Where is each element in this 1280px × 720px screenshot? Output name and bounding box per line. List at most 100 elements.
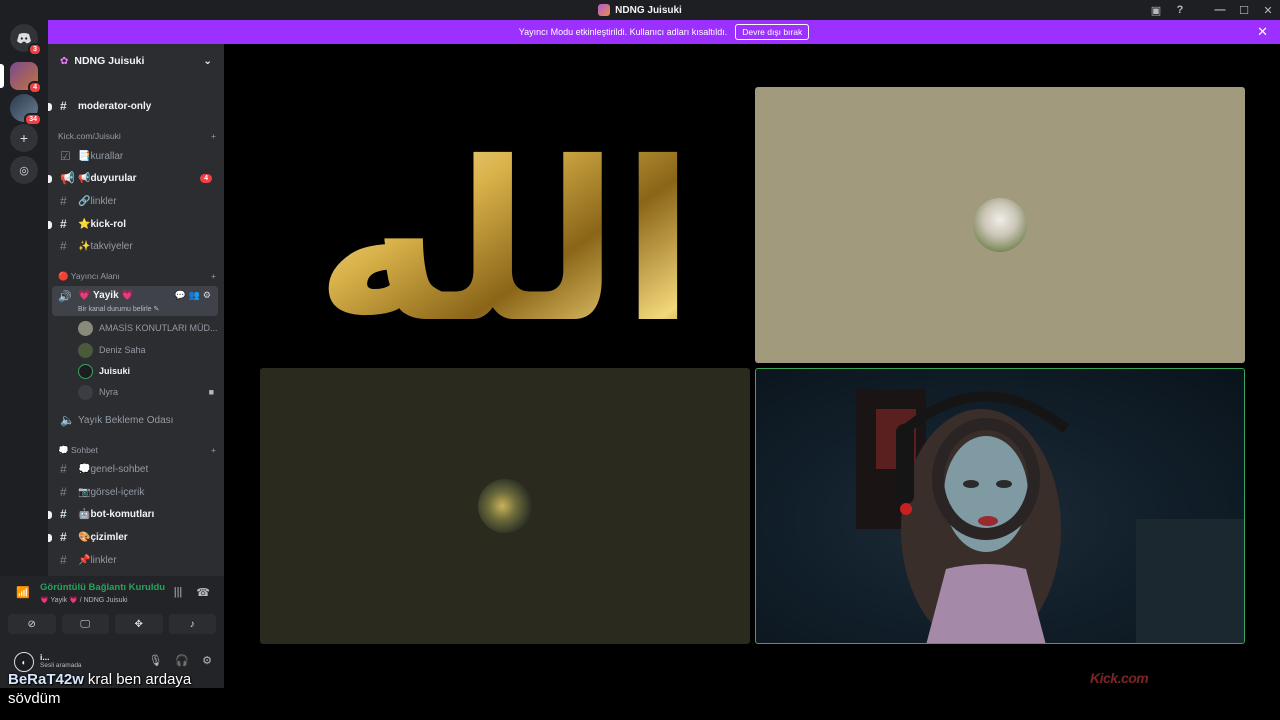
channel-label: çizimler: [90, 531, 128, 543]
category-label: 🔴 Yayıncı Alanı: [58, 271, 120, 281]
soundboard-button[interactable]: ♪: [168, 614, 216, 634]
avatar: [78, 363, 93, 379]
avatar: [78, 342, 93, 358]
channel-emoji: 📌: [78, 554, 91, 566]
call-controls: ⊘ 🖵 ✥ ♪: [8, 614, 216, 634]
stream-chat-message: BeRaT42w kral ben ardaya sövdüm: [8, 670, 228, 708]
channel-emoji: 💭: [78, 463, 91, 475]
mention-badge: 4: [200, 173, 212, 183]
rules-icon: ☑: [60, 149, 71, 163]
microphone-icon[interactable]: 🎙: [148, 654, 162, 667]
voice-user[interactable]: Nyra ■: [78, 382, 218, 402]
minimize-button[interactable]: —: [1208, 4, 1232, 16]
server-icon-2[interactable]: 34: [10, 94, 42, 126]
channel-label: takviyeler: [90, 240, 133, 252]
add-server-icon[interactable]: +: [10, 124, 38, 152]
camera-off-button[interactable]: ⊘: [8, 614, 56, 634]
channel-linkler-2[interactable]: # 📌 linkler: [54, 550, 218, 570]
add-channel-icon[interactable]: +: [211, 131, 216, 141]
inbox-icon[interactable]: ▣: [1144, 4, 1168, 17]
channel-label: kurallar: [90, 150, 124, 162]
channel-label: bot-komutları: [90, 508, 155, 520]
channel-kick-rol[interactable]: # ⭐ kick-rol: [48, 214, 218, 234]
hash-icon: #: [60, 462, 67, 476]
disable-streamer-mode-button[interactable]: Devre dışı bırak: [735, 24, 810, 40]
avatar: [973, 198, 1027, 252]
activities-button[interactable]: ✥: [115, 614, 163, 634]
category-label: 💭 Sohbet: [58, 445, 98, 455]
server-header[interactable]: ✿ NDNG Juisuki ⌄: [48, 44, 224, 78]
hash-icon: #: [60, 239, 67, 253]
unread-indicator: [48, 511, 52, 519]
hash-icon: #: [60, 194, 67, 208]
channel-kurallar[interactable]: ☑ 📑 kurallar: [54, 146, 218, 166]
voice-user-name: Juisuki: [99, 366, 131, 376]
voice-user-name: Deniz Saha: [99, 345, 146, 355]
avatar: [478, 479, 532, 533]
voice-user[interactable]: AMASİS KONUTLARI MÜD...: [78, 318, 218, 338]
channel-label: duyurular: [90, 172, 137, 184]
channel-duyurular[interactable]: 📢 📢 duyurular 4: [48, 168, 218, 188]
channel-emoji: ✨: [78, 240, 91, 252]
video-tile-user-2[interactable]: [260, 368, 750, 644]
channel-bot-komutlari[interactable]: # 🤖 bot-komutları: [48, 504, 218, 524]
hash-icon: #: [60, 530, 67, 544]
server-1-badge: 4: [28, 81, 42, 94]
webcam-feed: [856, 389, 1244, 643]
signal-icon[interactable]: 📶: [16, 586, 30, 599]
channel-gorsel-icerik[interactable]: # 📷 görsel-içerik: [54, 482, 218, 502]
channel-linkler[interactable]: # 🔗 linkler: [54, 191, 218, 211]
voice-user[interactable]: Juisuki: [78, 361, 218, 381]
megaphone-icon: 📢: [60, 171, 75, 185]
video-tile-screenshare[interactable]: الله: [260, 87, 750, 363]
rtc-connection-status[interactable]: Görüntülü Bağlantı Kuruldu: [40, 582, 165, 593]
video-grid: الله: [224, 44, 1280, 688]
channel-cizimler[interactable]: # 🎨 çizimler: [48, 527, 218, 547]
server-name: NDNG Juisuki: [74, 55, 145, 67]
screen-share-button[interactable]: 🖵: [61, 614, 109, 634]
calligraphy-image: الله: [314, 115, 695, 363]
video-tile-webcam[interactable]: [755, 368, 1245, 644]
rtc-channel-path[interactable]: 💗 Yayik 💗 / NDNG Juisuki: [40, 596, 128, 604]
add-channel-icon[interactable]: +: [211, 445, 216, 456]
category-sohbet[interactable]: 💭 Sohbet +: [58, 445, 216, 456]
user-area[interactable]: ◐ i... Sesli aramada 🎙 🎧 ⚙: [10, 652, 216, 672]
speaker-icon: 🔊: [58, 291, 72, 303]
explore-icon[interactable]: ◎: [10, 156, 38, 184]
noise-suppression-icon[interactable]: |||: [174, 586, 183, 599]
chevron-down-icon: ⌄: [203, 55, 212, 67]
channel-moderator-only[interactable]: # moderator-only: [48, 96, 218, 116]
channel-label: linkler: [90, 554, 117, 566]
headphones-icon[interactable]: 🎧: [175, 654, 189, 667]
channel-label: Yayık Bekleme Odası: [78, 414, 174, 426]
channel-emoji: 📷: [78, 486, 91, 498]
unread-indicator: [48, 103, 52, 111]
voice-user[interactable]: Deniz Saha: [78, 340, 218, 360]
voice-channel-actions[interactable]: 💬👥⚙: [175, 290, 214, 301]
maximize-button[interactable]: ☐: [1232, 4, 1256, 17]
voice-channel-status[interactable]: Bir kanal durumu belirle ✎: [78, 305, 159, 313]
voice-channel-waiting[interactable]: 🔈 Yayık Bekleme Odası: [54, 410, 218, 430]
channel-genel-sohbet[interactable]: # 💭 genel-sohbet: [54, 459, 218, 479]
settings-gear-icon[interactable]: ⚙: [202, 654, 212, 667]
channel-takviyeler[interactable]: # ✨ takviyeler: [54, 236, 218, 256]
server-flower-icon: ✿: [60, 55, 69, 67]
banner-close-icon[interactable]: ✕: [1257, 24, 1268, 40]
voice-channel-yayik[interactable]: 🔊 💗 Yayik 💗 Bir kanal durumu belirle ✎ 💬…: [52, 286, 218, 316]
category-kick[interactable]: Kick.com/Juisuki +: [58, 131, 216, 141]
add-channel-icon[interactable]: +: [211, 271, 216, 282]
current-user-status: Sesli aramada: [40, 662, 82, 669]
video-tile-user-1[interactable]: [755, 87, 1245, 363]
current-user-name: i...: [40, 652, 50, 662]
streamer-mode-banner: Yayıncı Modu etkinleştirildi. Kullanıcı …: [48, 20, 1280, 44]
help-icon[interactable]: ?: [1168, 4, 1192, 16]
avatar[interactable]: ◐: [14, 652, 34, 672]
unread-indicator: [48, 221, 52, 229]
discord-home-icon[interactable]: 3: [10, 24, 42, 56]
category-yayinci[interactable]: 🔴 Yayıncı Alanı +: [58, 271, 216, 282]
hash-icon: #: [60, 507, 67, 521]
close-window-button[interactable]: ✕: [1256, 4, 1280, 17]
disconnect-icon[interactable]: ☎: [196, 586, 210, 599]
voice-user-name: Nyra: [99, 387, 119, 397]
server-icon-ndng[interactable]: 4: [10, 62, 42, 94]
